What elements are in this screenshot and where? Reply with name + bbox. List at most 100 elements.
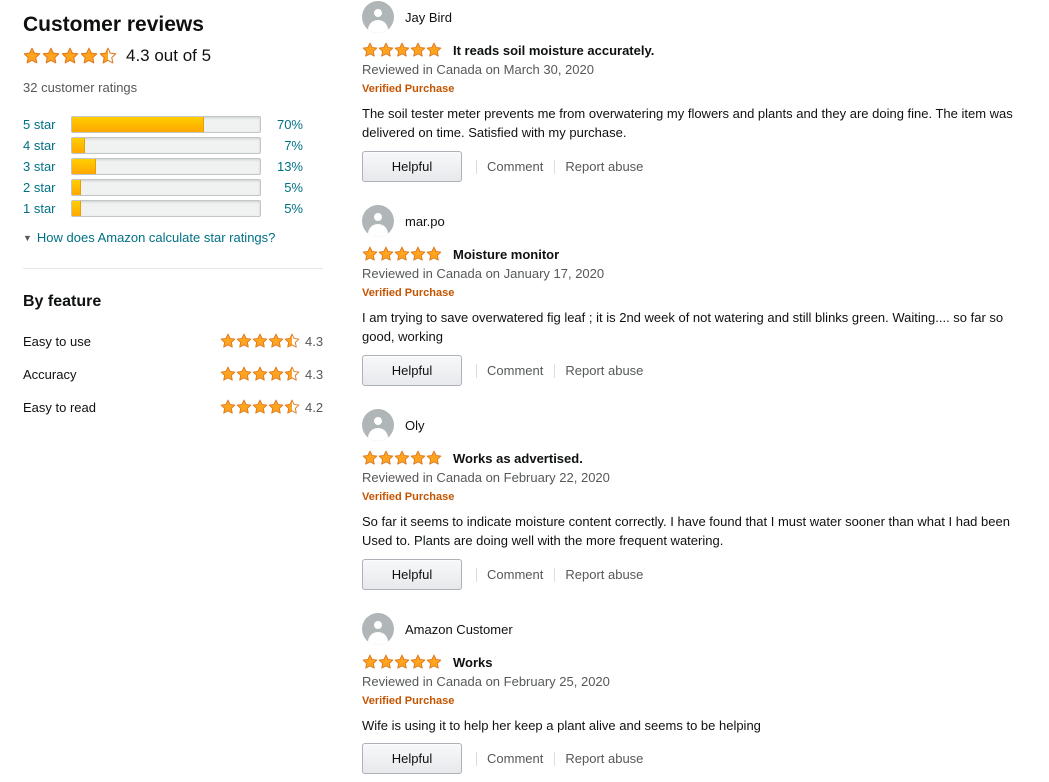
star-icon [236, 366, 252, 382]
histogram-label[interactable]: 3 star [23, 159, 71, 174]
histogram-percent[interactable]: 5% [284, 180, 303, 195]
review-title[interactable]: Works [453, 655, 493, 670]
report-abuse-link[interactable]: Report abuse [565, 159, 643, 174]
histogram-bar[interactable] [71, 200, 261, 217]
star-icon [362, 654, 378, 670]
feature-stars [220, 399, 300, 415]
histogram-row-4[interactable]: 4 star 7% [23, 135, 323, 156]
overall-stars [23, 47, 117, 65]
review-date: Reviewed in Canada on March 30, 2020 [362, 62, 594, 77]
histogram-label[interactable]: 4 star [23, 138, 71, 153]
verified-purchase-badge[interactable]: Verified Purchase [362, 83, 454, 95]
verified-purchase-badge[interactable]: Verified Purchase [362, 287, 454, 299]
star-icon [394, 246, 410, 262]
avatar-icon [362, 205, 394, 237]
star-icon [378, 654, 394, 670]
reviewer-profile[interactable]: mar.po [362, 205, 445, 237]
histogram-percent[interactable]: 5% [284, 201, 303, 216]
star-icon [268, 399, 284, 415]
histogram-percent[interactable]: 13% [277, 159, 303, 174]
how-ratings-calculated-link[interactable]: ▼ How does Amazon calculate star ratings… [23, 230, 275, 245]
report-abuse-link[interactable]: Report abuse [565, 751, 643, 766]
review-actions: Helpful Comment Report abuse [362, 559, 643, 590]
histogram-bar[interactable] [71, 179, 261, 196]
reviewer-profile[interactable]: Jay Bird [362, 1, 452, 33]
star-icon [426, 450, 442, 466]
star-icon [220, 333, 236, 349]
star-icon [378, 42, 394, 58]
chevron-down-icon: ▼ [23, 232, 32, 243]
histogram-bar[interactable] [71, 158, 261, 175]
helpful-button[interactable]: Helpful [362, 743, 462, 774]
feature-row-accuracy: Accuracy 4.3 [23, 365, 323, 383]
review-stars[interactable] [362, 246, 442, 262]
star-icon [252, 399, 268, 415]
histogram-bar[interactable] [71, 137, 261, 154]
feature-rating: 4.2 [305, 399, 324, 415]
comment-link[interactable]: Comment [487, 751, 543, 766]
review-date: Reviewed in Canada on January 17, 2020 [362, 266, 605, 281]
star-icon [394, 654, 410, 670]
feature-rating: 4.3 [305, 333, 324, 349]
histogram-percent[interactable]: 7% [284, 138, 303, 153]
star-icon [284, 333, 300, 349]
reviewer-profile[interactable]: Oly [362, 409, 425, 441]
ratings-count: 32 customer ratings [23, 80, 138, 95]
star-icon [394, 42, 410, 58]
review-body: I am trying to save overwatered fig leaf… [362, 310, 1004, 344]
histogram-row-1[interactable]: 1 star 5% [23, 198, 323, 219]
verified-purchase-badge[interactable]: Verified Purchase [362, 491, 454, 503]
review-title[interactable]: Works as advertised. [453, 451, 583, 466]
star-icon [268, 333, 284, 349]
review-actions: Helpful Comment Report abuse [362, 743, 643, 774]
star-icon [410, 654, 426, 670]
star-icon [23, 47, 41, 65]
comment-link[interactable]: Comment [487, 363, 543, 378]
review-stars[interactable] [362, 450, 442, 466]
feature-row-easy-to-use: Easy to use 4.3 [23, 332, 323, 350]
review-title[interactable]: It reads soil moisture accurately. [453, 43, 654, 58]
comment-link[interactable]: Comment [487, 159, 543, 174]
histogram-bar[interactable] [71, 116, 261, 133]
histogram-fill [72, 201, 82, 216]
helpful-button[interactable]: Helpful [362, 151, 462, 182]
review-body: The soil tester meter prevents me from o… [362, 106, 1013, 140]
reviewer-name[interactable]: mar.po [405, 214, 445, 229]
review-body: So far it seems to indicate moisture con… [362, 514, 1010, 548]
report-abuse-link[interactable]: Report abuse [565, 363, 643, 378]
histogram-row-3[interactable]: 3 star 13% [23, 156, 323, 177]
star-icon [42, 47, 60, 65]
histogram-percent[interactable]: 70% [277, 117, 303, 132]
star-icon [410, 450, 426, 466]
review-title[interactable]: Moisture monitor [453, 247, 559, 262]
avatar-icon [362, 409, 394, 441]
overall-rating[interactable]: 4.3 out of 5 [23, 45, 211, 67]
review-date: Reviewed in Canada on February 25, 2020 [362, 674, 610, 689]
review-stars[interactable] [362, 42, 442, 58]
review-stars[interactable] [362, 654, 442, 670]
review-rating-row: Works as advertised. [362, 450, 583, 466]
star-icon [236, 399, 252, 415]
reviewer-name[interactable]: Oly [405, 418, 425, 433]
reviewer-name[interactable]: Amazon Customer [405, 622, 513, 637]
histogram-label[interactable]: 1 star [23, 201, 71, 216]
histogram-label[interactable]: 2 star [23, 180, 71, 195]
star-icon [378, 246, 394, 262]
reviewer-profile[interactable]: Amazon Customer [362, 613, 513, 645]
histogram-label[interactable]: 5 star [23, 117, 71, 132]
star-icon [268, 366, 284, 382]
helpful-button[interactable]: Helpful [362, 559, 462, 590]
report-abuse-link[interactable]: Report abuse [565, 567, 643, 582]
comment-link[interactable]: Comment [487, 567, 543, 582]
separator [476, 567, 477, 582]
reviewer-name[interactable]: Jay Bird [405, 10, 452, 25]
separator [476, 159, 477, 174]
helpful-button[interactable]: Helpful [362, 355, 462, 386]
rating-histogram: 5 star 70% 4 star 7% 3 star 13% 2 star 5… [23, 114, 323, 219]
verified-purchase-badge[interactable]: Verified Purchase [362, 695, 454, 707]
histogram-row-2[interactable]: 2 star 5% [23, 177, 323, 198]
histogram-row-5[interactable]: 5 star 70% [23, 114, 323, 135]
star-icon [99, 47, 117, 65]
separator [554, 363, 556, 378]
histogram-fill [72, 159, 97, 174]
